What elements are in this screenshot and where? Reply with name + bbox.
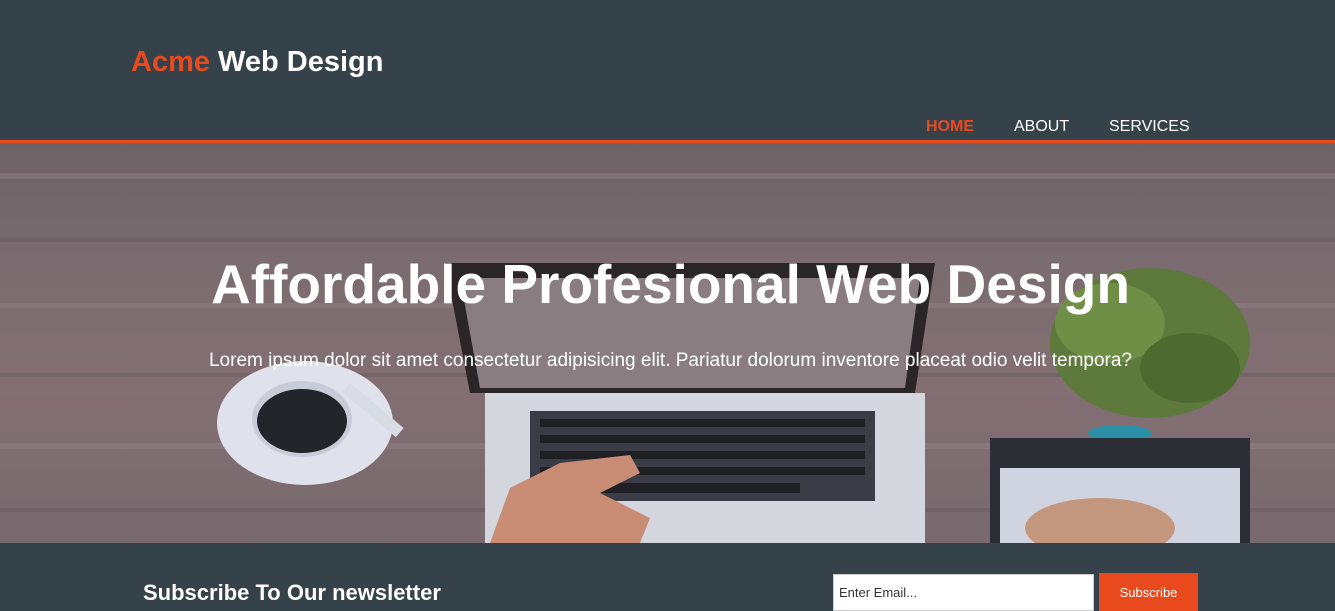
hero-title: Affordable Profesional Web Design bbox=[211, 253, 1130, 315]
email-input[interactable] bbox=[833, 574, 1094, 611]
nav-about-link[interactable]: ABOUT bbox=[1014, 118, 1069, 136]
hero-description: Lorem ipsum dolor sit amet consectetur a… bbox=[208, 350, 1132, 371]
nav-services-link[interactable]: SERVICES bbox=[1109, 118, 1190, 136]
tablet bbox=[990, 438, 1250, 543]
subscribe-button[interactable]: Subscribe bbox=[1099, 573, 1198, 611]
brand-name: Web Design bbox=[210, 46, 384, 78]
hero-showcase: Affordable Profesional Web Design Lorem … bbox=[0, 143, 1335, 543]
hero-background-image bbox=[0, 173, 1335, 543]
coffee-cup bbox=[217, 361, 404, 485]
brand-highlight: Acme bbox=[131, 46, 210, 78]
main-nav: HOME ABOUT SERVICES bbox=[0, 118, 1335, 138]
nav-home-link[interactable]: HOME bbox=[926, 118, 974, 136]
newsletter-section: Subscribe To Our newsletter Subscribe bbox=[0, 543, 1335, 611]
brand-logo[interactable]: Acme Web Design bbox=[131, 46, 384, 79]
site-header: Acme Web Design HOME ABOUT SERVICES bbox=[0, 0, 1335, 140]
newsletter-title: Subscribe To Our newsletter bbox=[143, 580, 441, 605]
